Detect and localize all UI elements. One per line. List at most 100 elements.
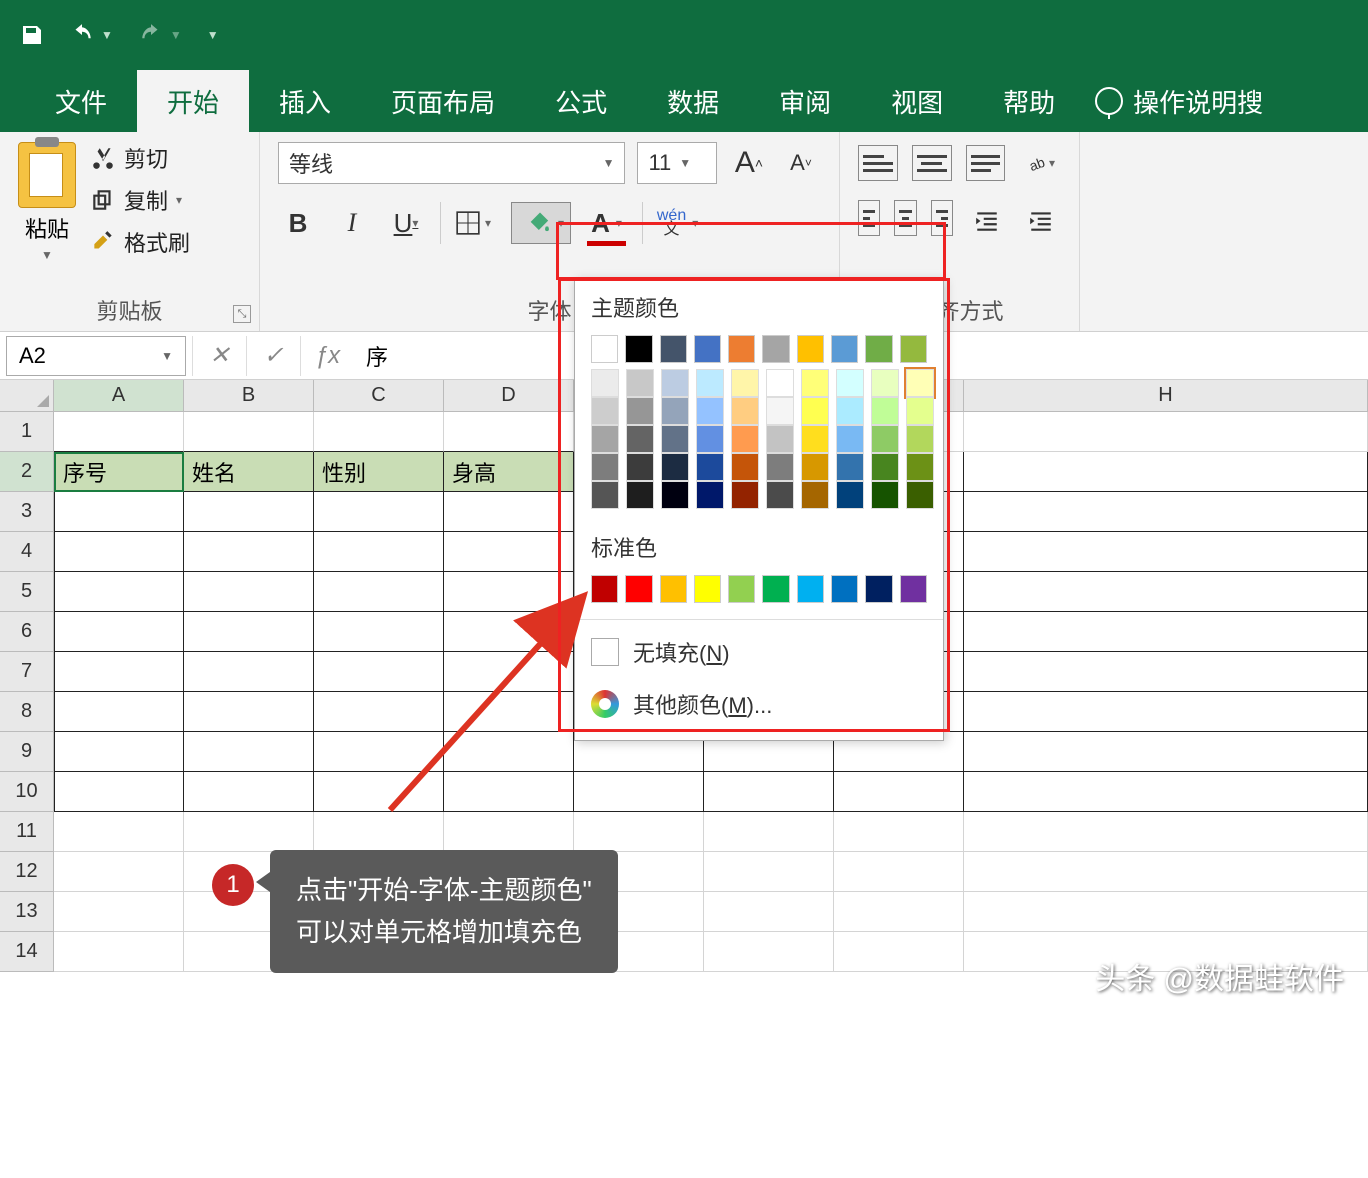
cell-H4[interactable] (964, 532, 1368, 572)
cell-F14[interactable] (704, 932, 834, 972)
tint-swatch[interactable] (731, 369, 759, 397)
cell-A12[interactable] (54, 852, 184, 892)
cell-A3[interactable] (54, 492, 184, 532)
tint-swatch[interactable] (836, 425, 864, 453)
std-swatch-purple[interactable] (900, 575, 927, 603)
theme-swatch-gray[interactable] (762, 335, 789, 363)
tint-swatch[interactable] (836, 481, 864, 509)
theme-swatch-ltblue[interactable] (831, 335, 858, 363)
cell-F10[interactable] (704, 772, 834, 812)
cell-C5[interactable] (314, 572, 444, 612)
align-middle-button[interactable] (912, 145, 952, 181)
cell-F13[interactable] (704, 892, 834, 932)
tint-swatch[interactable] (906, 453, 934, 481)
cell-A8[interactable] (54, 692, 184, 732)
tint-swatch[interactable] (661, 453, 689, 481)
cell-H13[interactable] (964, 892, 1368, 932)
theme-swatch-dkblue[interactable] (660, 335, 687, 363)
tab-layout[interactable]: 页面布局 (361, 70, 525, 132)
tint-swatch[interactable] (871, 481, 899, 509)
cell-A7[interactable] (54, 652, 184, 692)
row-header-3[interactable]: 3 (0, 492, 54, 532)
font-color-button[interactable]: A ▾ (585, 202, 628, 244)
tint-swatch[interactable] (661, 397, 689, 425)
cell-D8[interactable] (444, 692, 574, 732)
cell-A2[interactable]: 序号 (54, 452, 184, 492)
tint-swatch[interactable] (906, 397, 934, 425)
theme-swatch-gold[interactable] (797, 335, 824, 363)
row-header-4[interactable]: 4 (0, 532, 54, 572)
tint-swatch[interactable] (766, 481, 794, 509)
cell-G13[interactable] (834, 892, 964, 932)
insert-function-button[interactable]: ƒx (300, 336, 354, 376)
row-header-13[interactable]: 13 (0, 892, 54, 932)
cell-D9[interactable] (444, 732, 574, 772)
cell-H5[interactable] (964, 572, 1368, 612)
theme-swatch-black[interactable] (625, 335, 652, 363)
cell-A11[interactable] (54, 812, 184, 852)
tint-swatch[interactable] (696, 481, 724, 509)
decrease-indent-button[interactable] (967, 200, 1007, 242)
save-icon[interactable] (20, 23, 44, 47)
align-right-button[interactable] (931, 200, 953, 236)
tab-insert[interactable]: 插入 (249, 70, 361, 132)
name-box[interactable]: A2 ▼ (6, 336, 186, 376)
cell-C1[interactable] (314, 412, 444, 452)
cell-B1[interactable] (184, 412, 314, 452)
tint-swatch[interactable] (591, 453, 619, 481)
tab-home[interactable]: 开始 (137, 70, 249, 132)
tint-swatch[interactable] (591, 425, 619, 453)
tint-swatch[interactable] (626, 425, 654, 453)
undo-button[interactable]: ▼ (69, 22, 113, 48)
cell-A4[interactable] (54, 532, 184, 572)
decrease-font-button[interactable]: A˅ (781, 142, 821, 184)
cell-C2[interactable]: 性别 (314, 452, 444, 492)
enter-formula-button[interactable]: ✓ (246, 336, 300, 376)
cancel-formula-button[interactable]: ✕ (192, 336, 246, 376)
tint-swatch[interactable] (871, 453, 899, 481)
cell-D3[interactable] (444, 492, 574, 532)
format-painter-button[interactable]: 格式刷 (90, 226, 190, 258)
font-size-combo[interactable]: 11 ▼ (637, 142, 717, 184)
tint-swatch[interactable] (871, 425, 899, 453)
cell-A14[interactable] (54, 932, 184, 972)
paste-button[interactable]: 粘贴 ▼ (18, 142, 76, 262)
cell-C10[interactable] (314, 772, 444, 812)
cell-C9[interactable] (314, 732, 444, 772)
tint-swatch[interactable] (906, 481, 934, 509)
tab-file[interactable]: 文件 (25, 70, 137, 132)
std-swatch-ltgreen[interactable] (728, 575, 755, 603)
cell-H11[interactable] (964, 812, 1368, 852)
cell-B8[interactable] (184, 692, 314, 732)
italic-button[interactable]: I (332, 202, 372, 244)
cell-A6[interactable] (54, 612, 184, 652)
row-header-5[interactable]: 5 (0, 572, 54, 612)
tint-swatch[interactable] (766, 425, 794, 453)
tint-swatch[interactable] (801, 481, 829, 509)
row-header-9[interactable]: 9 (0, 732, 54, 772)
cell-B3[interactable] (184, 492, 314, 532)
cell-A1[interactable] (54, 412, 184, 452)
std-swatch-blue[interactable] (831, 575, 858, 603)
cell-D4[interactable] (444, 532, 574, 572)
cell-B9[interactable] (184, 732, 314, 772)
tint-swatch[interactable] (906, 425, 934, 453)
tint-swatch[interactable] (836, 369, 864, 397)
std-swatch-red[interactable] (625, 575, 652, 603)
tint-swatch[interactable] (801, 369, 829, 397)
tint-swatch[interactable] (871, 397, 899, 425)
tab-help[interactable]: 帮助 (973, 70, 1085, 132)
cell-B11[interactable] (184, 812, 314, 852)
col-header-H[interactable]: H (964, 380, 1368, 411)
cell-H2[interactable] (964, 452, 1368, 492)
tint-swatch[interactable] (801, 453, 829, 481)
select-all-corner[interactable] (0, 380, 54, 411)
cell-D7[interactable] (444, 652, 574, 692)
cell-A13[interactable] (54, 892, 184, 932)
tint-swatch[interactable] (661, 369, 689, 397)
tint-swatch[interactable] (801, 425, 829, 453)
tint-swatch[interactable] (696, 397, 724, 425)
cell-G11[interactable] (834, 812, 964, 852)
row-header-7[interactable]: 7 (0, 652, 54, 692)
font-name-combo[interactable]: 等线 ▼ (278, 142, 625, 184)
